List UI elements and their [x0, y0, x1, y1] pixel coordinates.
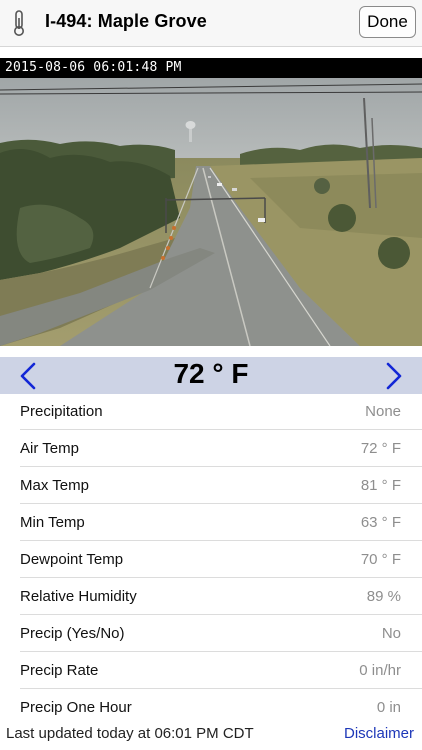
temperature-bar: 72 ° F	[0, 357, 422, 394]
list-item: Relative Humidity 89 %	[20, 578, 422, 615]
disclaimer-link[interactable]: Disclaimer	[344, 725, 414, 742]
reading-value: 70 ° F	[360, 551, 401, 568]
camera-scene	[0, 58, 422, 346]
reading-value: 0 in	[376, 699, 401, 716]
reading-label: Precipitation	[20, 403, 103, 420]
list-item: Precipitation None	[20, 393, 422, 430]
list-item: Max Temp 81 ° F	[20, 467, 422, 504]
last-updated-text: Last updated today at 06:01 PM CDT	[6, 725, 254, 742]
footer: Last updated today at 06:01 PM CDT Discl…	[0, 716, 422, 750]
reading-value: 63 ° F	[360, 514, 401, 531]
reading-label: Dewpoint Temp	[20, 551, 124, 568]
page-title: I-494: Maple Grove	[45, 11, 207, 31]
reading-label: Precip Rate	[20, 662, 99, 679]
reading-value: 72 ° F	[360, 440, 401, 457]
reading-label: Air Temp	[20, 440, 79, 457]
timestamp-bar: 2015-08-06 06:01:48 PM	[0, 58, 422, 78]
reading-value: 81 ° F	[360, 477, 401, 494]
done-button[interactable]: Done	[359, 6, 416, 38]
traffic-camera-image: 2015-08-06 06:01:48 PM	[0, 58, 422, 346]
reading-label: Max Temp	[20, 477, 89, 494]
current-temperature: 72 ° F	[173, 358, 249, 389]
reading-label: Precip (Yes/No)	[20, 625, 125, 642]
reading-value: None	[365, 403, 401, 420]
list-item: Precip Rate 0 in/hr	[20, 652, 422, 689]
nav-header: I-494: Maple Grove Done	[0, 0, 422, 47]
list-item: Precip (Yes/No) No	[20, 615, 422, 652]
reading-label: Min Temp	[20, 514, 85, 531]
camera-timestamp: 2015-08-06 06:01:48 PM	[5, 60, 182, 75]
thermometer-icon	[14, 10, 24, 36]
reading-value: 0 in/hr	[359, 662, 401, 679]
readings-list: Precipitation None Air Temp 72 ° F Max T…	[0, 393, 422, 726]
reading-value: No	[381, 625, 401, 642]
chevron-right-icon[interactable]	[382, 361, 406, 391]
list-item: Dewpoint Temp 70 ° F	[20, 541, 422, 578]
reading-label: Precip One Hour	[20, 699, 132, 716]
reading-label: Relative Humidity	[20, 588, 137, 605]
reading-value: 89 %	[366, 588, 401, 605]
list-item: Min Temp 63 ° F	[20, 504, 422, 541]
list-item: Air Temp 72 ° F	[20, 430, 422, 467]
